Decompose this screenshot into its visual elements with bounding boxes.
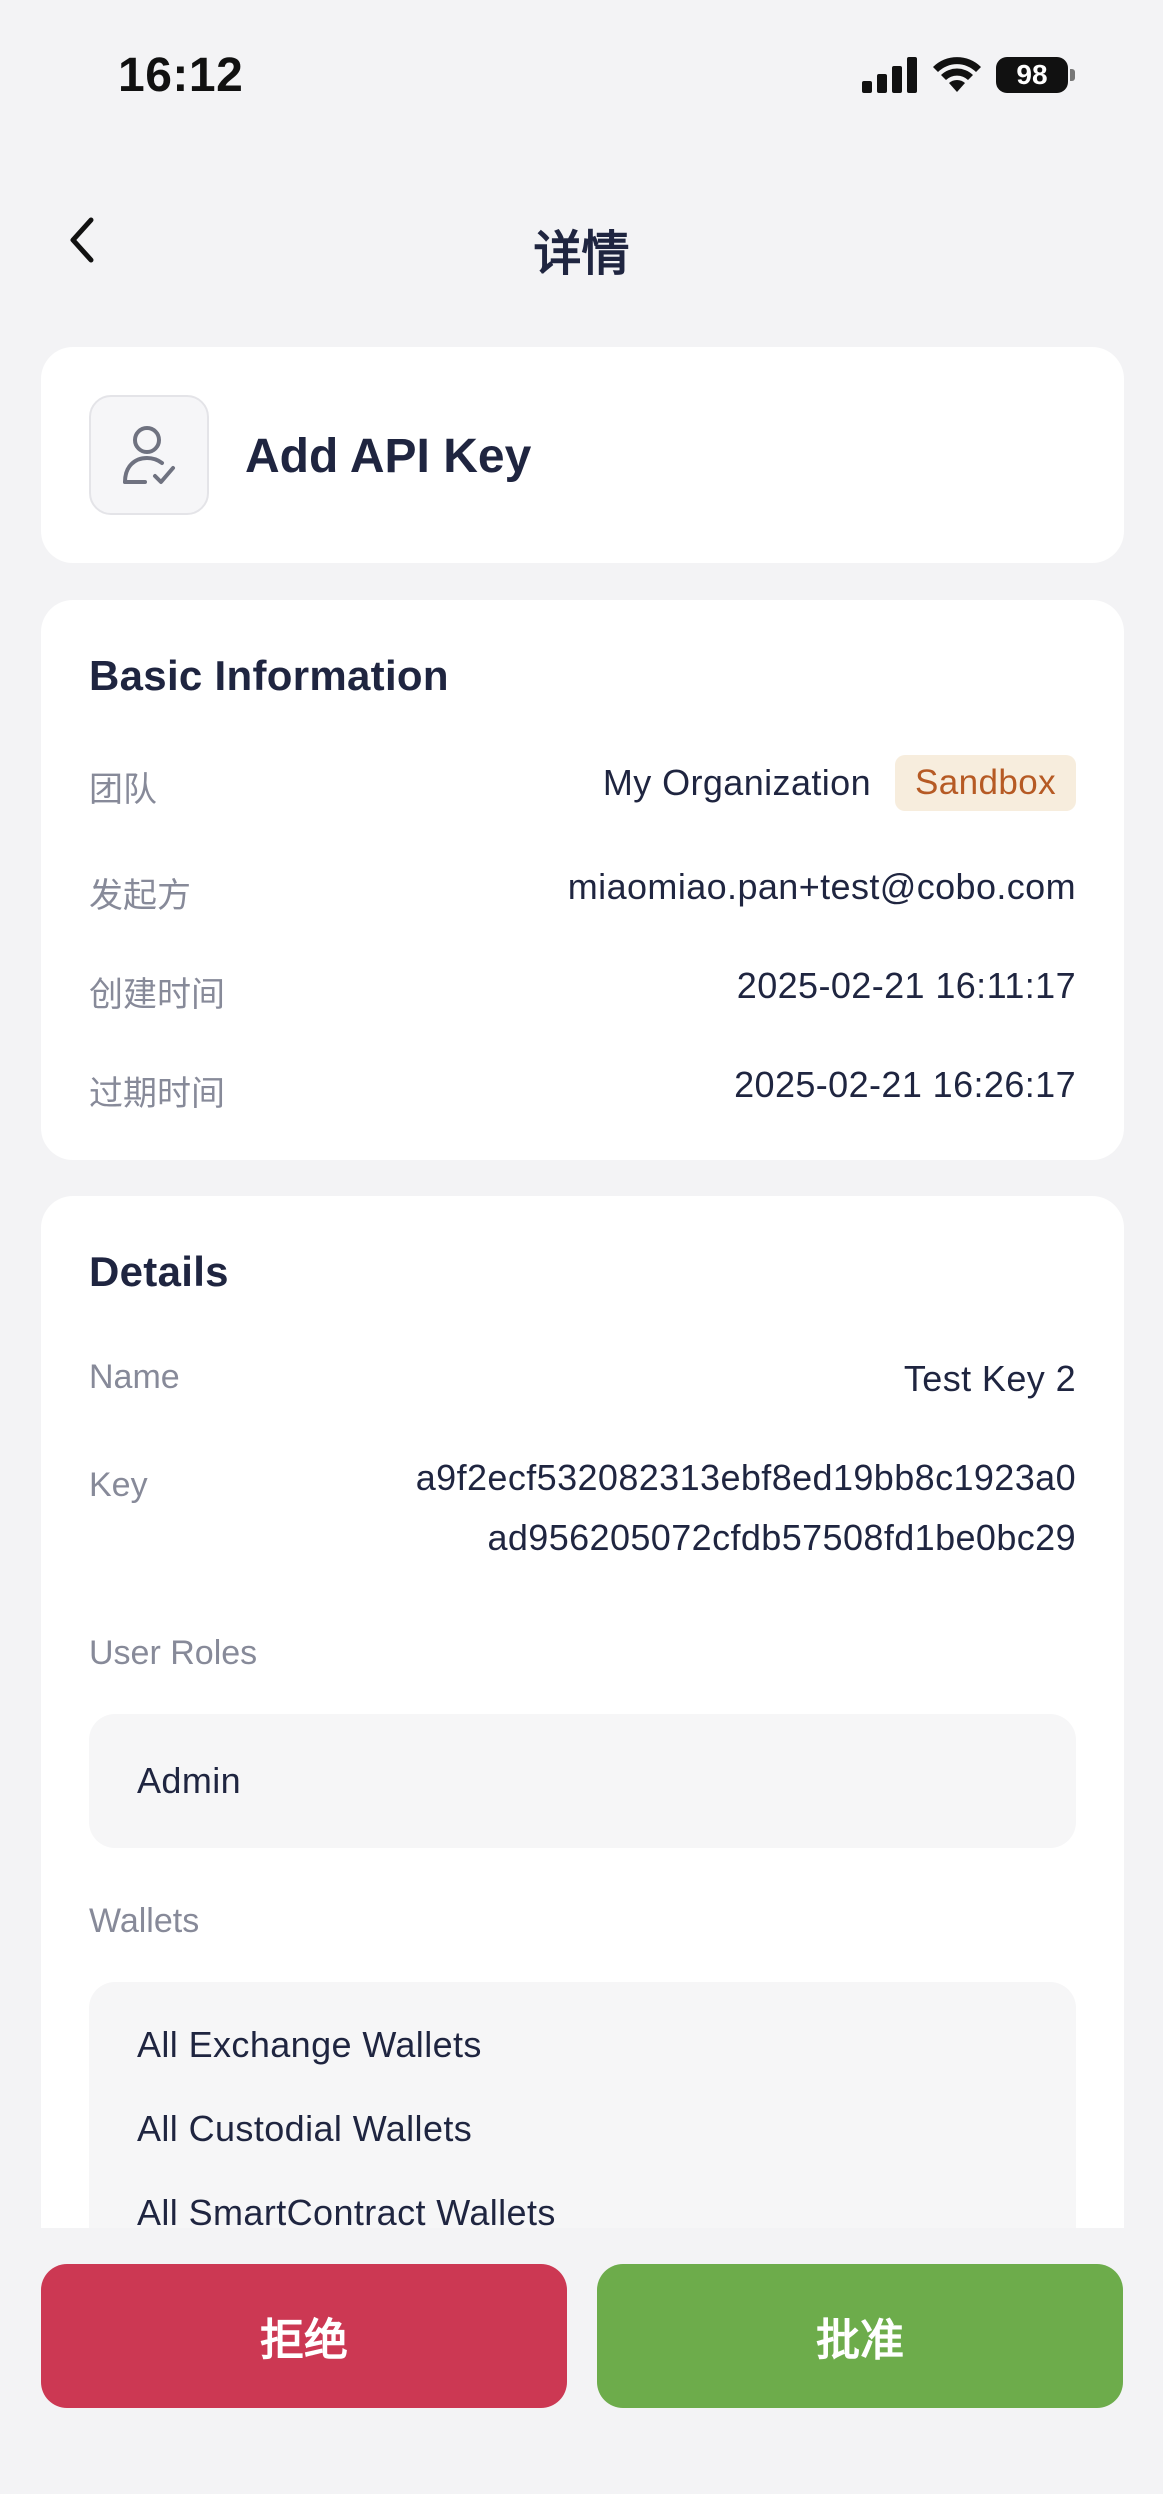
- expiry-time-label: 过期时间: [89, 1075, 225, 1113]
- key-line-2: ad956205072cfdb57508fd1be0bc29: [487, 1517, 1076, 1558]
- created-time-value: 2025-02-21 16:11:17: [736, 965, 1076, 1006]
- wifi-icon: [933, 57, 981, 92]
- list-item: All Exchange Wallets: [137, 2024, 482, 2065]
- basic-information-card: Basic Information 团队 My Organization San…: [41, 600, 1124, 1160]
- wallets-label: Wallets: [89, 1902, 200, 1940]
- signal-icon: [862, 57, 917, 93]
- user-roles-label: User Roles: [89, 1634, 258, 1672]
- organization-name: My Organization: [602, 762, 872, 803]
- status-time: 16:12: [118, 49, 244, 102]
- team-value-row: My Organization Sandbox: [603, 755, 1076, 811]
- approve-button[interactable]: 批准: [597, 2264, 1123, 2408]
- request-title: Add API Key: [245, 430, 532, 483]
- battery-icon: 98: [996, 57, 1068, 93]
- team-label: 团队: [89, 771, 157, 809]
- page-title: 详情: [533, 228, 630, 281]
- status-bar: 16:12 98: [0, 0, 1163, 150]
- environment-badge: Sandbox: [895, 755, 1076, 811]
- key-label: Key: [89, 1466, 148, 1504]
- battery-level: 98: [1016, 59, 1048, 90]
- reject-button[interactable]: 拒绝: [41, 2264, 567, 2408]
- key-value: a9f2ecf532082313ebf8ed19bb8c1923a0 ad956…: [416, 1448, 1076, 1568]
- created-time-label: 创建时间: [89, 976, 225, 1014]
- name-label: Name: [89, 1358, 180, 1396]
- basic-information-title: Basic Information: [89, 652, 449, 699]
- user-roles-box: Admin: [89, 1714, 1076, 1848]
- details-title: Details: [89, 1248, 229, 1295]
- initiator-label: 发起方: [89, 877, 191, 915]
- expiry-time-value: 2025-02-21 16:26:17: [734, 1064, 1076, 1105]
- list-item: Admin: [137, 1760, 242, 1801]
- name-value: Test Key 2: [903, 1358, 1076, 1399]
- screen: 16:12 98 详情 Add API Key Basic Informatio…: [0, 0, 1163, 2494]
- nav-bar: 详情: [0, 200, 1163, 281]
- user-check-icon: [89, 395, 209, 515]
- bottom-action-bar: 拒绝 批准: [0, 2228, 1163, 2494]
- list-item: All Custodial Wallets: [137, 2108, 473, 2149]
- key-line-1: a9f2ecf532082313ebf8ed19bb8c1923a0: [415, 1457, 1076, 1498]
- battery-cap: [1070, 69, 1075, 81]
- initiator-value: miaomiao.pan+test@cobo.com: [567, 866, 1076, 907]
- request-header-card: Add API Key: [41, 347, 1124, 563]
- status-icons: 98: [862, 56, 1075, 94]
